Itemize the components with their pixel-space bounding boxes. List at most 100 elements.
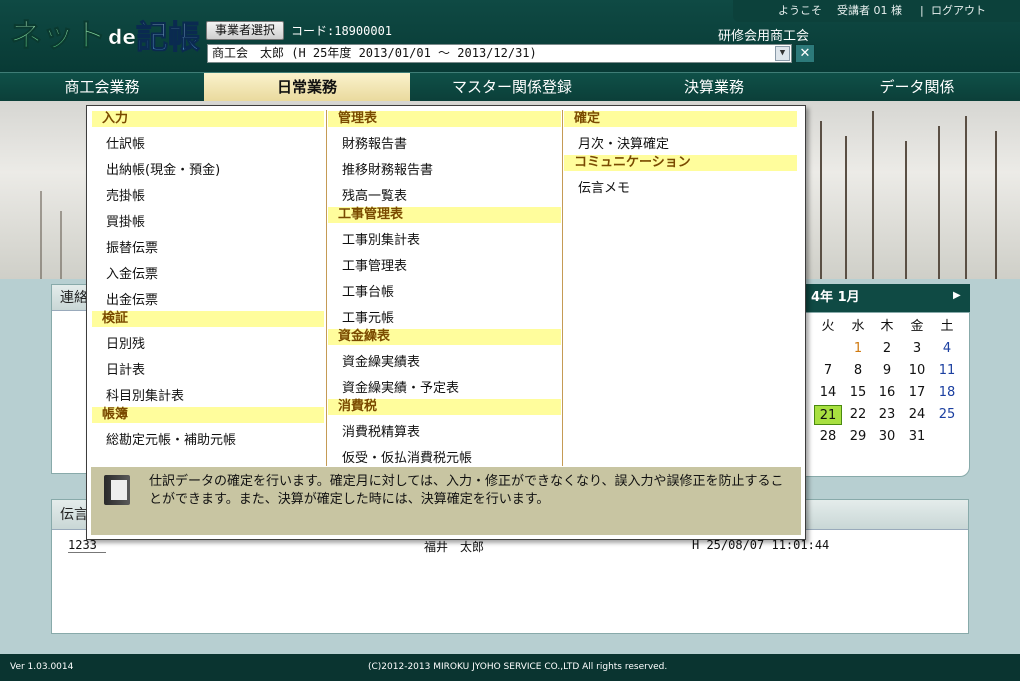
category-communication: コミュニケーション (564, 155, 797, 171)
calendar: | 火 水 木 金 土 1 2 3 4 7 8 9 10 11 3 14 15 … (794, 312, 970, 477)
footer: Ver 1.03.0014 (C)2012-2013 MIROKU JYOHO … (0, 654, 1020, 681)
user-name: 受講者 01 様 (837, 4, 902, 17)
calendar-day[interactable]: 18 (933, 383, 961, 403)
menu-item[interactable]: 日計表 (106, 359, 145, 378)
menu-item[interactable]: 売掛帳 (106, 185, 145, 204)
tab-data[interactable]: データ関係 (814, 73, 1020, 102)
menu-item[interactable]: 消費税精算表 (342, 421, 420, 440)
description-text: 仕訳データの確定を行います。確定月に対しては、入力・修正ができなくなり、誤入力や… (149, 474, 784, 507)
tab-shokokai[interactable]: 商工会業務 (0, 73, 204, 102)
app-header: ネット de 記帳 事業者選択 コード:18900001 ようこそ 受講者 01… (0, 0, 1020, 72)
tab-closing[interactable]: 決算業務 (614, 73, 814, 102)
fiscal-period-select[interactable]: 商工会 太郎 (H 25年度 2013/01/01 ～ 2013/12/31) … (207, 44, 792, 63)
category-tax: 消費税 (328, 399, 561, 415)
category-construction: 工事管理表 (328, 207, 561, 223)
calendar-day[interactable]: 11 (933, 361, 961, 381)
menu-item[interactable]: 工事別集計表 (342, 229, 420, 248)
menu-item[interactable]: 工事管理表 (342, 255, 407, 274)
calendar-day[interactable]: 14 (814, 383, 842, 403)
calendar-day[interactable]: 9 (873, 361, 901, 381)
menu-item[interactable]: 出金伝票 (106, 289, 158, 308)
menu-item[interactable]: 工事元帳 (342, 307, 394, 326)
organization-name: 研修会用商工会 (718, 29, 810, 44)
category-management: 管理表 (328, 111, 561, 127)
calendar-header: 木 (880, 319, 894, 334)
calendar-today[interactable]: 21 (814, 405, 842, 425)
calendar-day[interactable]: 30 (873, 427, 901, 447)
category-verify: 検証 (92, 311, 324, 327)
menu-item[interactable]: 入金伝票 (106, 263, 158, 282)
menu-item[interactable]: 買掛帳 (106, 211, 145, 230)
calendar-day[interactable]: 3 (903, 339, 931, 359)
calendar-header: 水 (851, 319, 865, 334)
menu-item[interactable]: 振替伝票 (106, 237, 158, 256)
category-ledger: 帳簿 (92, 407, 324, 423)
logout-link[interactable]: ログアウト (931, 0, 986, 22)
category-confirm: 確定 (564, 111, 797, 127)
app-logo: ネット de 記帳 (10, 16, 201, 57)
calendar-day[interactable]: 25 (933, 405, 961, 425)
menu-item[interactable]: 推移財務報告書 (342, 159, 433, 178)
category-cashflow: 資金繰表 (328, 329, 561, 345)
svg-text:de: de (108, 25, 136, 49)
menu-item[interactable]: 伝言メモ (578, 177, 630, 196)
menu-description: 仕訳データの確定を行います。確定月に対しては、入力・修正ができなくなり、誤入力や… (91, 467, 801, 535)
welcome-text: ようこそ (778, 4, 822, 17)
menu-item[interactable]: 残高一覧表 (342, 185, 407, 204)
daily-menu-dropdown: 入力 仕訳帳 出納帳(現金・預金) 売掛帳 買掛帳 振替伝票 入金伝票 出金伝票… (86, 105, 806, 540)
version-text: Ver 1.03.0014 (10, 662, 74, 672)
calendar-header: 金 (910, 319, 924, 334)
menu-item[interactable]: 総勘定元帳・補助元帳 (106, 429, 236, 448)
calendar-day[interactable]: 16 (873, 383, 901, 403)
calendar-day[interactable]: 1 (844, 339, 872, 359)
svg-text:記帳: 記帳 (136, 18, 200, 56)
column-divider (326, 110, 327, 466)
message-number[interactable]: 1233 (68, 538, 106, 553)
calendar-day[interactable]: 22 (844, 405, 872, 425)
menu-item[interactable]: 月次・決算確定 (578, 133, 669, 152)
business-select-button[interactable]: 事業者選択 (206, 21, 284, 40)
menu-item[interactable]: 資金繰実績・予定表 (342, 377, 459, 396)
calendar-day[interactable]: 31 (903, 427, 931, 447)
period-value: 商工会 太郎 (H 25年度 2013/01/01 ～ 2013/12/31) (212, 46, 537, 60)
message-sender: 福井 太郎 (424, 540, 485, 554)
calendar-day[interactable]: 17 (903, 383, 931, 403)
menu-item[interactable]: 工事台帳 (342, 281, 394, 300)
menu-item[interactable]: 出納帳(現金・預金) (106, 159, 220, 178)
book-icon (104, 475, 130, 505)
tab-master[interactable]: マスター関係登録 (410, 73, 614, 102)
menu-item[interactable]: 仕訳帳 (106, 133, 145, 152)
next-month-icon[interactable]: ▶ (953, 290, 961, 301)
calendar-day[interactable]: 24 (903, 405, 931, 425)
chevron-down-icon[interactable]: ▼ (775, 46, 790, 61)
calendar-day[interactable]: 23 (873, 405, 901, 425)
calendar-day[interactable]: 2 (873, 339, 901, 359)
close-icon[interactable]: ✕ (795, 44, 815, 63)
copyright-text: (C)2012-2013 MIROKU JYOHO SERVICE CO.,LT… (368, 662, 668, 672)
category-input: 入力 (92, 111, 324, 127)
business-code: コード:18900001 (291, 24, 393, 38)
menu-item[interactable]: 資金繰実績表 (342, 351, 420, 370)
calendar-day[interactable]: 15 (844, 383, 872, 403)
calendar-day[interactable]: 28 (814, 427, 842, 447)
calendar-header: 土 (940, 319, 954, 334)
menu-item[interactable]: 仮受・仮払消費税元帳 (342, 447, 472, 466)
calendar-title: 4年 1月 (797, 284, 970, 312)
main-nav: 商工会業務 日常業務 マスター関係登録 決算業務 データ関係 (0, 72, 1020, 102)
calendar-header: 火 (821, 319, 835, 334)
welcome-bar: ようこそ 受講者 01 様 | ログアウト (733, 0, 1020, 22)
calendar-day[interactable] (814, 339, 842, 359)
calendar-day[interactable]: 8 (844, 361, 872, 381)
menu-item[interactable]: 財務報告書 (342, 133, 407, 152)
calendar-day[interactable]: 7 (814, 361, 842, 381)
separator: | (920, 4, 924, 17)
menu-item[interactable]: 日別残 (106, 333, 145, 352)
tab-daily[interactable]: 日常業務 (204, 73, 410, 102)
calendar-day[interactable]: 29 (844, 427, 872, 447)
calendar-day[interactable]: 10 (903, 361, 931, 381)
message-date: H 25/08/07 11:01:44 (692, 538, 830, 552)
calendar-day[interactable]: 4 (933, 339, 961, 359)
column-divider (562, 110, 563, 466)
menu-item[interactable]: 科目別集計表 (106, 385, 184, 404)
svg-text:ネット: ネット (10, 16, 106, 54)
